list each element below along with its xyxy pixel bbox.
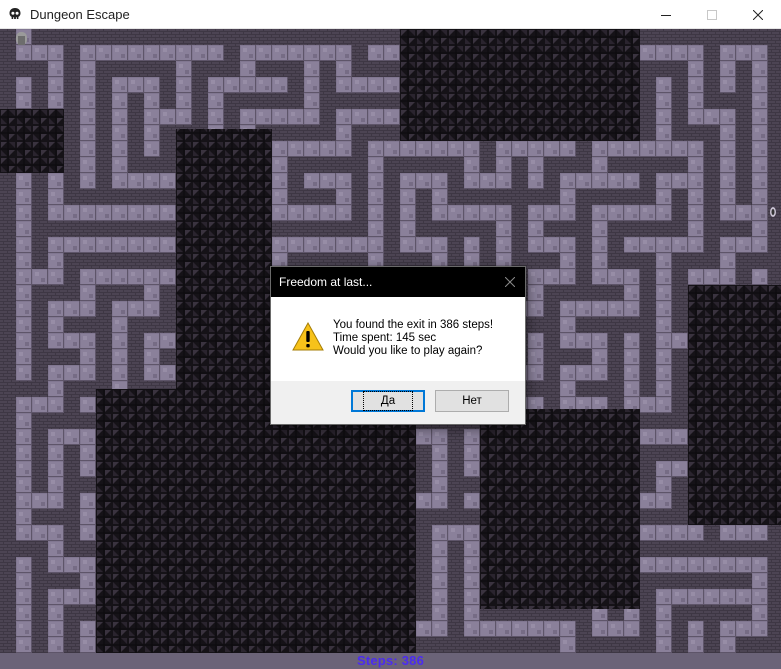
window-titlebar: Dungeon Escape (0, 0, 781, 29)
maze-path-tile (528, 141, 576, 157)
message-line-question: Would you like to play again? (333, 345, 483, 357)
no-button-label: Нет (462, 395, 482, 407)
maze-path-tile (80, 493, 96, 541)
warning-icon (292, 321, 324, 353)
maze-path-tile (720, 621, 736, 653)
maze-void-region (400, 29, 640, 141)
maze-path-tile (16, 333, 32, 381)
app-window: Dungeon Escape Steps: 386 Freedom at las… (0, 0, 781, 669)
dialog-titlebar: Freedom at last... (271, 267, 525, 297)
maze-path-tile (528, 333, 544, 381)
window-controls (643, 0, 781, 29)
message-line-time: Time spent: 145 sec (333, 332, 437, 344)
maze-path-tile (240, 77, 288, 93)
maximize-icon[interactable] (689, 0, 735, 29)
maze-path-tile (624, 333, 640, 381)
dialog-close-icon[interactable] (495, 267, 525, 297)
game-over-dialog: Freedom at last... You found the exit in… (270, 266, 526, 425)
message-line-steps: You found the exit in 386 steps! (333, 319, 494, 331)
minimize-icon[interactable] (643, 0, 689, 29)
status-bar: Steps: 386 (0, 653, 781, 669)
maze-path-tile (176, 45, 224, 61)
maze-path-tile (720, 45, 736, 93)
maze-path-tile (304, 173, 352, 189)
maze-path-tile (720, 525, 768, 541)
dialog-message: You found the exit in 386 steps! Time sp… (333, 319, 493, 358)
maze-void-region (480, 409, 640, 609)
no-button[interactable]: Нет (435, 390, 509, 412)
start-door-icon (16, 32, 27, 45)
dialog-footer: Да Нет (271, 381, 525, 424)
maze-void-region (688, 285, 781, 525)
yes-button[interactable]: Да (351, 390, 425, 412)
yes-button-label: Да (362, 391, 414, 411)
steps-counter: Steps: 386 (356, 653, 425, 668)
maze-path-tile (656, 77, 672, 125)
maze-path-tile (688, 621, 704, 653)
dialog-title: Freedom at last... (279, 275, 373, 289)
maze-path-tile (560, 621, 576, 653)
close-icon[interactable] (735, 0, 781, 29)
exit-key-icon (770, 207, 776, 217)
window-title: Dungeon Escape (30, 6, 130, 22)
maze-void-region (96, 389, 416, 653)
maze-path-tile (16, 557, 32, 605)
dialog-body: You found the exit in 386 steps! Time sp… (271, 297, 525, 381)
maze-path-tile (80, 141, 96, 189)
maze-void-region (0, 109, 64, 173)
maze-path-tile (48, 621, 64, 653)
skull-icon (7, 6, 23, 22)
